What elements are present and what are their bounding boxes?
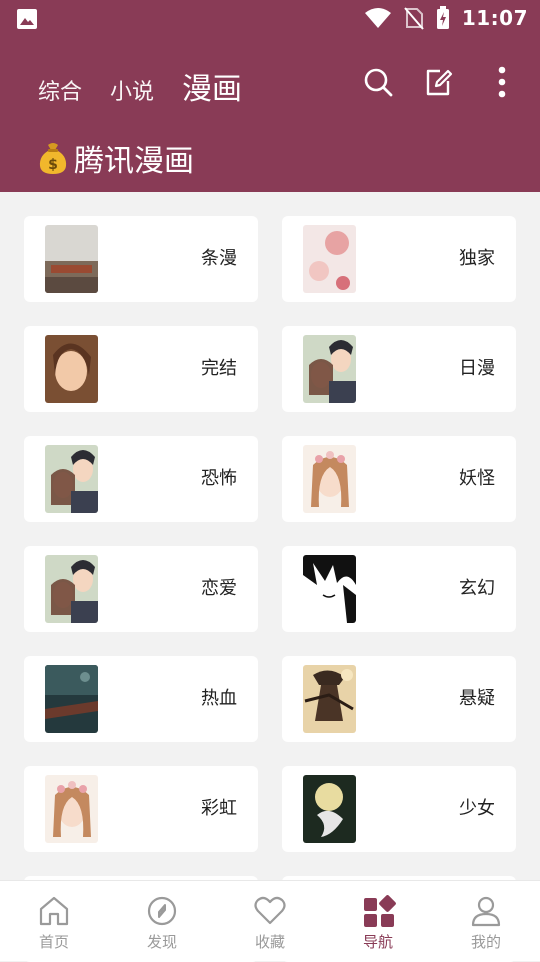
more-vertical-icon [498, 66, 506, 98]
compass-icon [147, 896, 177, 926]
category-thumbnail [303, 335, 356, 403]
category-thumbnail [45, 225, 98, 293]
category-label: 热血 [201, 688, 237, 709]
wifi-icon [364, 8, 391, 28]
heart-icon [254, 896, 286, 925]
search-icon [364, 68, 393, 97]
category-card[interactable]: 条漫 [24, 216, 258, 302]
image-notification-icon [17, 9, 37, 29]
category-thumbnail [45, 555, 98, 623]
category-card[interactable]: 少女 [282, 766, 516, 852]
category-label: 彩虹 [201, 798, 237, 819]
category-label: 日漫 [459, 358, 495, 379]
category-label: 独家 [459, 248, 495, 269]
search-button[interactable] [360, 64, 396, 100]
more-button[interactable] [484, 64, 520, 100]
category-card[interactable]: 悬疑 [282, 656, 516, 742]
source-tabs: 综合 小说 漫画 [38, 64, 270, 108]
grid-icon [364, 895, 396, 927]
tab-comprehensive[interactable]: 综合 [38, 74, 82, 106]
category-card[interactable]: 完结 [24, 326, 258, 412]
category-card[interactable]: 热血 [24, 656, 258, 742]
category-card[interactable]: 日漫 [282, 326, 516, 412]
category-card[interactable]: 彩虹 [24, 766, 258, 852]
category-label: 少女 [459, 798, 495, 819]
category-label: 恐怖 [201, 468, 237, 489]
edit-button[interactable] [422, 64, 458, 100]
bottom-nav: 首页 发现 收藏 导航 我的 [0, 880, 540, 961]
category-thumbnail [303, 225, 356, 293]
category-label: 恋爱 [201, 578, 237, 599]
category-thumbnail [45, 335, 98, 403]
status-bar: 11:07 [0, 0, 540, 36]
header-actions [360, 64, 520, 100]
nav-label: 收藏 [254, 933, 285, 951]
category-thumbnail [45, 665, 98, 733]
category-thumbnail [303, 775, 356, 843]
category-thumbnail [303, 665, 356, 733]
tab-comic[interactable]: 漫画 [182, 64, 242, 108]
tab-novel[interactable]: 小说 [110, 74, 154, 106]
home-icon [39, 896, 69, 926]
user-icon [471, 896, 501, 927]
status-time: 11:07 [461, 6, 528, 30]
svg-text:$: $ [48, 157, 58, 173]
category-card[interactable]: 玄幻 [282, 546, 516, 632]
app-header: 11:07 综合 小说 漫画 $ 腾讯漫画 [0, 0, 540, 192]
nav-navigation[interactable]: 导航 [324, 881, 432, 961]
battery-charging-icon [436, 6, 449, 29]
nav-label: 首页 [38, 933, 69, 951]
category-label: 玄幻 [459, 578, 495, 599]
edit-icon [426, 69, 453, 96]
no-sim-icon [404, 7, 424, 30]
nav-home[interactable]: 首页 [0, 881, 108, 961]
category-card[interactable]: 独家 [282, 216, 516, 302]
nav-label: 我的 [470, 933, 501, 951]
nav-label: 发现 [146, 933, 177, 951]
category-card[interactable]: 恋爱 [24, 546, 258, 632]
category-label: 完结 [201, 358, 237, 379]
category-card[interactable]: 恐怖 [24, 436, 258, 522]
nav-favorites[interactable]: 收藏 [216, 881, 324, 961]
category-thumbnail [45, 775, 98, 843]
nav-discover[interactable]: 发现 [108, 881, 216, 961]
category-card[interactable]: 妖怪 [282, 436, 516, 522]
category-thumbnail [303, 445, 356, 513]
money-bag-icon: $ [39, 143, 67, 174]
source-title-text: 腾讯漫画 [74, 144, 194, 179]
category-label: 条漫 [201, 248, 237, 269]
category-thumbnail [303, 555, 356, 623]
category-label: 悬疑 [459, 688, 495, 709]
category-thumbnail [45, 445, 98, 513]
category-label: 妖怪 [459, 468, 495, 489]
nav-profile[interactable]: 我的 [432, 881, 540, 961]
source-title[interactable]: $ 腾讯漫画 [36, 136, 194, 180]
nav-label: 导航 [362, 933, 393, 951]
